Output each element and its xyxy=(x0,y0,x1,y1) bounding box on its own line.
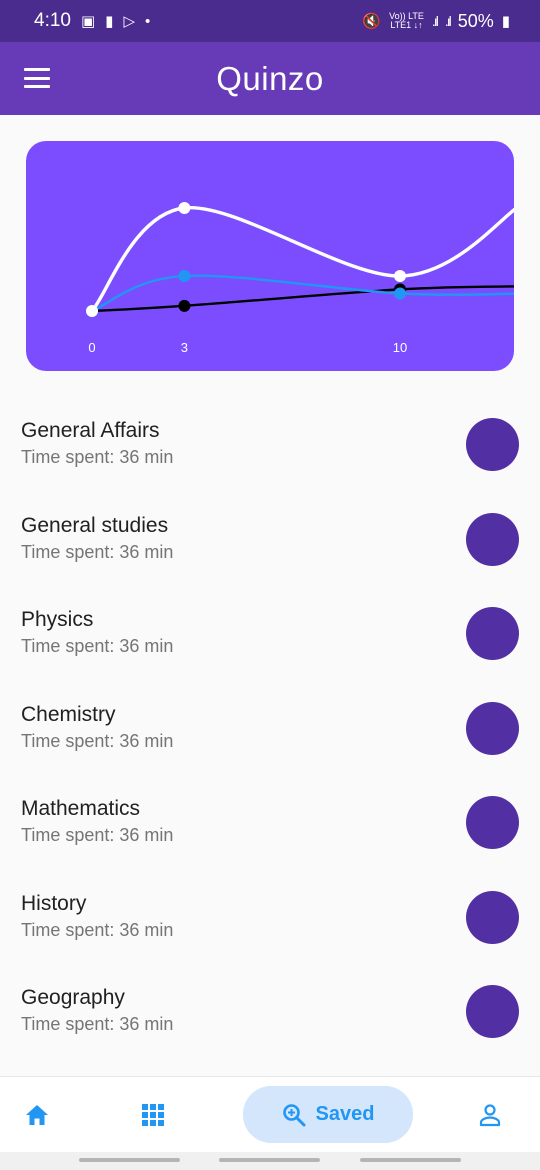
subject-time: Time spent: 36 min xyxy=(21,447,174,467)
subject-progress-circle xyxy=(466,890,519,944)
subject-name: Geography xyxy=(21,986,125,1009)
chart-point xyxy=(394,287,406,300)
subject-list-item[interactable]: History Time spent: 36 min xyxy=(0,856,540,951)
menu-icon[interactable] xyxy=(24,68,50,88)
subject-progress-circle xyxy=(466,701,519,755)
subject-name: Chemistry xyxy=(21,702,116,726)
subject-name: General Affairs xyxy=(21,419,160,442)
chart-point xyxy=(86,305,98,317)
gallery-icon: ▣ xyxy=(80,13,96,30)
gesture-recents[interactable] xyxy=(79,1158,180,1162)
chart-x-tick-label: 0 xyxy=(88,340,95,355)
gesture-home[interactable] xyxy=(219,1158,320,1162)
subject-time: Time spent: 36 min xyxy=(21,1014,174,1034)
signal-icon: .ıl xyxy=(431,13,439,29)
subject-time: Time spent: 36 min xyxy=(21,636,174,656)
subject-time: Time spent: 36 min xyxy=(21,541,174,562)
nav-profile-button[interactable] xyxy=(465,1077,515,1153)
nav-home-button[interactable] xyxy=(12,1077,62,1153)
chart-x-tick-label: 3 xyxy=(181,340,188,355)
dot-icon: • xyxy=(144,12,151,30)
nav-saved-button[interactable]: Saved xyxy=(243,1086,413,1143)
battery-icon: ▮ xyxy=(501,13,510,30)
signal-icon-2: .ıl xyxy=(444,13,452,29)
subject-progress-circle xyxy=(466,512,519,566)
subject-name: Mathematics xyxy=(21,797,141,820)
subject-list-item[interactable]: General studies Time spent: 36 min xyxy=(0,478,540,573)
chart-svg: 0 3 10 xyxy=(86,202,514,355)
subject-list-item[interactable]: Chemistry Time spent: 36 min xyxy=(0,667,540,762)
status-right: 🔇 Vo)) LTE LTE1 ↓↑ .ıl .ıl 50% ▮ xyxy=(362,11,510,32)
subject-name: History xyxy=(21,891,87,915)
subject-time: Time spent: 36 min xyxy=(21,919,174,940)
network-indicator: Vo)) LTE LTE1 ↓↑ xyxy=(389,12,424,30)
gesture-bar xyxy=(0,1152,540,1170)
person-icon xyxy=(479,1104,501,1127)
chart-point xyxy=(178,202,191,214)
bottom-nav: Saved xyxy=(0,1076,540,1152)
nav-saved-label: Saved xyxy=(315,1103,375,1125)
nav-apps-button[interactable] xyxy=(128,1077,178,1153)
subject-name: Physics xyxy=(21,608,94,631)
subject-list-item[interactable]: Physics Time spent: 36 min xyxy=(0,572,540,667)
subject-list-item[interactable]: General Affairs Time spent: 36 min xyxy=(0,383,540,478)
play-store-icon: ▷ xyxy=(123,13,135,30)
subject-progress-circle xyxy=(466,985,519,1038)
chart-point xyxy=(178,299,191,312)
subject-list-item[interactable]: Geography Time spent: 36 min xyxy=(0,950,540,1045)
zoom-in-icon xyxy=(282,1103,306,1126)
app-title: Quinzo xyxy=(216,59,324,97)
app-bar: Quinzo xyxy=(0,42,540,115)
subject-time: Time spent: 36 min xyxy=(21,825,174,845)
network-bottom: LTE1 ↓↑ xyxy=(390,20,423,30)
status-bar: 4:10 ▣ ▮ ▷ • 🔇 Vo)) LTE LTE1 ↓↑ .ıl .ıl … xyxy=(0,0,540,42)
subject-progress-circle xyxy=(466,418,519,471)
gesture-back[interactable] xyxy=(360,1158,461,1162)
battery-level: 50% xyxy=(457,10,494,31)
status-time: 4:10 xyxy=(34,10,71,31)
progress-chart: 0 3 10 xyxy=(26,141,514,371)
chart-x-tick-label: 10 xyxy=(393,340,407,355)
subject-list: General Affairs Time spent: 36 min General… xyxy=(0,383,540,1045)
chart-point xyxy=(178,269,191,282)
subject-progress-circle xyxy=(466,607,519,660)
chart-point xyxy=(394,269,406,282)
subject-progress-circle xyxy=(466,796,519,849)
subject-list-item[interactable]: Mathematics Time spent: 36 min xyxy=(0,761,540,856)
chart-series-line xyxy=(91,274,514,313)
apps-grid-icon xyxy=(142,1104,164,1126)
home-icon xyxy=(26,1105,48,1125)
subject-time: Time spent: 36 min xyxy=(21,730,174,751)
chart-series-line xyxy=(91,285,514,313)
mute-icon: 🔇 xyxy=(362,13,382,30)
bars-icon: ▮ xyxy=(105,13,114,30)
status-left: 4:10 ▣ ▮ ▷ • xyxy=(34,10,150,32)
subject-name: General studies xyxy=(21,513,169,537)
